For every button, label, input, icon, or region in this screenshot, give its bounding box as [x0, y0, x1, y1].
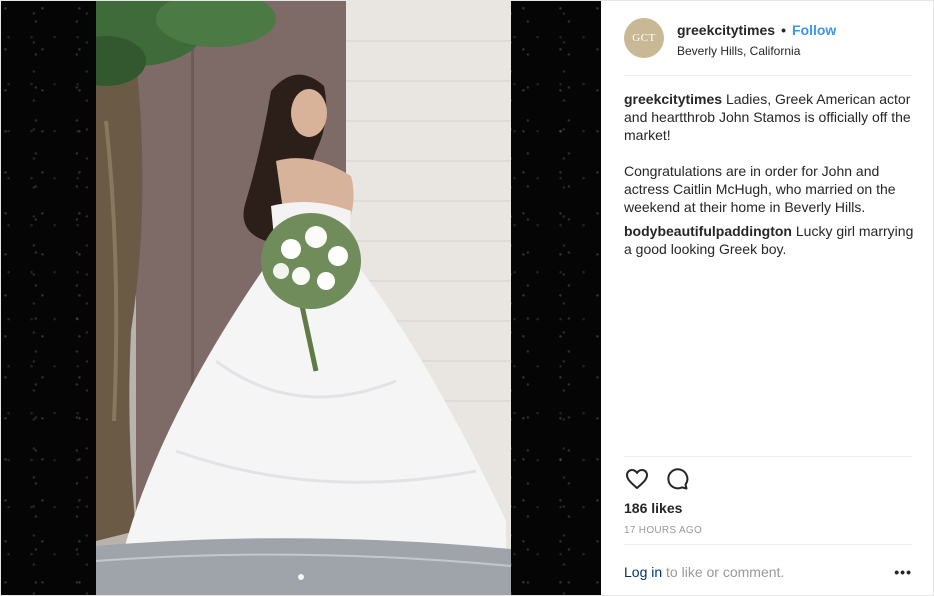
like-button[interactable]	[624, 466, 650, 492]
comments-list: greekcitytimes Ladies, Greek American ac…	[624, 90, 914, 276]
login-prompt-text: to like or comment.	[666, 564, 785, 580]
carousel-indicator	[1, 567, 601, 585]
header-text: greekcitytimes • Follow Beverly Hills, C…	[677, 16, 836, 75]
caption-username[interactable]: greekcitytimes	[624, 91, 722, 107]
avatar-text: GCT	[632, 32, 656, 44]
post-header: GCT greekcitytimes • Follow Beverly Hill…	[624, 16, 912, 76]
action-bar	[624, 466, 690, 492]
post-timestamp[interactable]: 17 HOURS AGO	[624, 525, 702, 536]
follow-button[interactable]: Follow	[792, 21, 836, 39]
avatar[interactable]: GCT	[624, 18, 664, 58]
caption-part-2: Congratulations are in order for John an…	[624, 162, 914, 216]
comment-button[interactable]	[664, 466, 690, 492]
comment-footer: Log in to like or comment. •••	[624, 563, 912, 581]
likes-count[interactable]: 186 likes	[624, 499, 682, 517]
header-top-line: greekcitytimes • Follow	[677, 21, 836, 39]
comment-item: bodybeautifulpaddington Lucky girl marry…	[624, 222, 914, 258]
divider	[624, 456, 912, 457]
comment-username[interactable]: bodybeautifulpaddington	[624, 223, 792, 239]
more-options-icon[interactable]: •••	[894, 563, 912, 581]
heart-outline-icon	[626, 469, 648, 489]
divider	[624, 544, 912, 545]
carousel-dot	[298, 574, 304, 580]
header-username[interactable]: greekcitytimes	[677, 21, 775, 39]
instagram-post: GCT greekcitytimes • Follow Beverly Hill…	[0, 0, 934, 596]
location-link[interactable]: Beverly Hills, California	[677, 43, 836, 59]
post-side-panel: GCT greekcitytimes • Follow Beverly Hill…	[601, 1, 933, 595]
post-media[interactable]	[1, 1, 601, 595]
post-photo	[96, 1, 511, 595]
login-link[interactable]: Log in	[624, 564, 662, 580]
header-separator: •	[781, 22, 786, 38]
caption-part-1: greekcitytimes Ladies, Greek American ac…	[624, 90, 914, 144]
caption-text-2: Congratulations are in order for John an…	[624, 163, 896, 215]
comment-bubble-icon	[667, 468, 689, 490]
